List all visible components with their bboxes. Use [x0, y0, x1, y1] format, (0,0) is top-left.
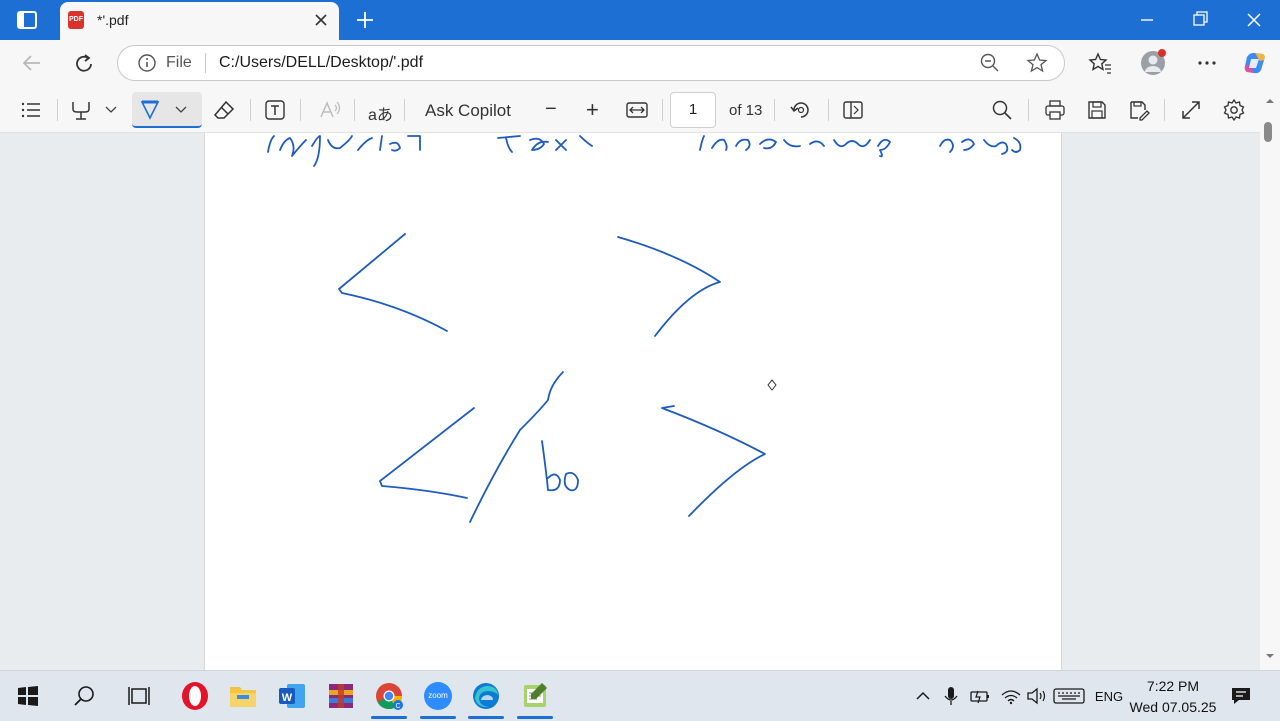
opera-icon[interactable] [180, 681, 210, 711]
add-text-icon[interactable] [264, 99, 286, 121]
find-icon[interactable] [991, 99, 1013, 121]
profile-avatar[interactable] [1141, 49, 1166, 75]
toolbar-separator [404, 99, 405, 121]
task-view-icon[interactable] [128, 685, 152, 707]
word-icon[interactable]: W [277, 682, 307, 710]
tab-pdf[interactable]: PDF *'.pdf [60, 2, 339, 40]
cursor-crosshair-icon [767, 379, 777, 391]
scroll-down-icon[interactable] [1264, 651, 1276, 661]
toolbar-separator [300, 99, 301, 121]
edge-icon[interactable] [471, 681, 501, 711]
print-icon[interactable] [1044, 99, 1066, 121]
address-divider [205, 53, 206, 73]
clock-date[interactable]: Wed 07.05.25 [1128, 699, 1218, 715]
draw-pen-icon [139, 99, 161, 121]
close-tab-icon[interactable] [312, 11, 330, 29]
minimize-button[interactable] [1124, 0, 1170, 40]
page-view-icon[interactable] [842, 100, 864, 120]
zoom-out-button[interactable]: − [545, 98, 557, 121]
tab-title: *'.pdf [97, 12, 129, 28]
address-prefix: File [166, 54, 192, 71]
read-aloud-icon[interactable] [318, 99, 342, 121]
favorites-icon[interactable] [1088, 52, 1112, 74]
volume-icon[interactable] [1026, 686, 1048, 706]
highlight-icon[interactable] [70, 99, 92, 121]
ink-strokes [267, 135, 1022, 523]
svg-text:W: W [282, 692, 293, 704]
save-icon[interactable] [1086, 99, 1108, 121]
translate-icon[interactable]: aあ [368, 101, 393, 125]
running-indicator [371, 716, 407, 719]
running-indicator [420, 716, 456, 719]
fit-width-icon[interactable] [626, 100, 648, 120]
refresh-icon[interactable] [72, 52, 96, 76]
notifications-icon[interactable] [1230, 686, 1252, 706]
scroll-up-icon[interactable] [1264, 96, 1276, 106]
zoom-icon[interactable]: zoom [424, 682, 452, 710]
page-number-input[interactable]: 1 [670, 92, 716, 128]
rotate-icon[interactable] [790, 99, 812, 121]
restore-button[interactable] [1177, 0, 1223, 40]
toolbar-separator [57, 99, 58, 121]
toolbar-separator [250, 99, 251, 121]
address-text[interactable]: C:/Users/DELL/Desktop/'.pdf [219, 54, 423, 72]
favorite-star-icon[interactable] [1026, 52, 1048, 74]
draw-dropdown-icon[interactable] [174, 104, 188, 116]
wifi-icon[interactable] [1000, 686, 1022, 706]
running-indicator [517, 716, 553, 719]
winrar-icon[interactable] [326, 681, 356, 711]
ask-copilot-button[interactable]: Ask Copilot [425, 101, 511, 121]
save-as-icon[interactable] [1128, 99, 1150, 121]
input-language[interactable]: ENG [1094, 689, 1124, 704]
running-indicator [468, 716, 504, 719]
toolbar-separator [354, 99, 355, 121]
more-menu-icon[interactable] [1195, 52, 1219, 74]
info-icon[interactable] [138, 54, 156, 72]
handwriting-canvas[interactable] [204, 133, 1060, 670]
tab-actions-icon[interactable] [16, 10, 38, 30]
keyboard-icon[interactable] [1053, 686, 1085, 706]
eraser-icon[interactable] [213, 99, 235, 121]
zoom-in-button[interactable]: + [586, 97, 599, 123]
zoom-out-icon[interactable] [980, 53, 1000, 73]
battery-icon[interactable] [969, 687, 991, 705]
pdf-icon: PDF [68, 11, 84, 29]
page-total: of 13 [729, 102, 763, 119]
settings-gear-icon[interactable] [1222, 98, 1246, 122]
scroll-thumb[interactable] [1264, 122, 1272, 142]
chrome-icon[interactable]: C [374, 681, 404, 711]
back-icon[interactable] [20, 52, 46, 74]
copilot-icon[interactable] [1242, 50, 1268, 76]
toolbar-separator [828, 99, 829, 121]
contents-icon[interactable] [20, 100, 42, 120]
fullscreen-icon[interactable] [1180, 99, 1202, 121]
clock-time[interactable]: 7:22 PM [1130, 678, 1216, 694]
notepad-icon[interactable] [520, 681, 550, 711]
vertical-scrollbar[interactable] [1260, 96, 1280, 670]
new-tab-button[interactable] [352, 6, 378, 34]
chevron-up-icon[interactable] [914, 688, 932, 704]
toolbar-separator [774, 99, 775, 121]
toolbar-separator [1164, 99, 1165, 121]
toolbar-separator [1028, 99, 1029, 121]
notification-dot [1158, 49, 1166, 57]
close-window-button[interactable] [1231, 0, 1277, 40]
address-bar[interactable]: File C:/Users/DELL/Desktop/'.pdf [117, 45, 1065, 81]
search-icon[interactable] [74, 685, 96, 707]
draw-tool-active[interactable] [132, 92, 202, 128]
highlight-dropdown-icon[interactable] [104, 104, 118, 116]
toolbar-separator [662, 99, 663, 121]
start-icon[interactable] [17, 685, 39, 707]
microphone-icon[interactable] [944, 686, 958, 706]
file-explorer-icon[interactable] [228, 682, 258, 710]
svg-text:C: C [395, 703, 400, 710]
